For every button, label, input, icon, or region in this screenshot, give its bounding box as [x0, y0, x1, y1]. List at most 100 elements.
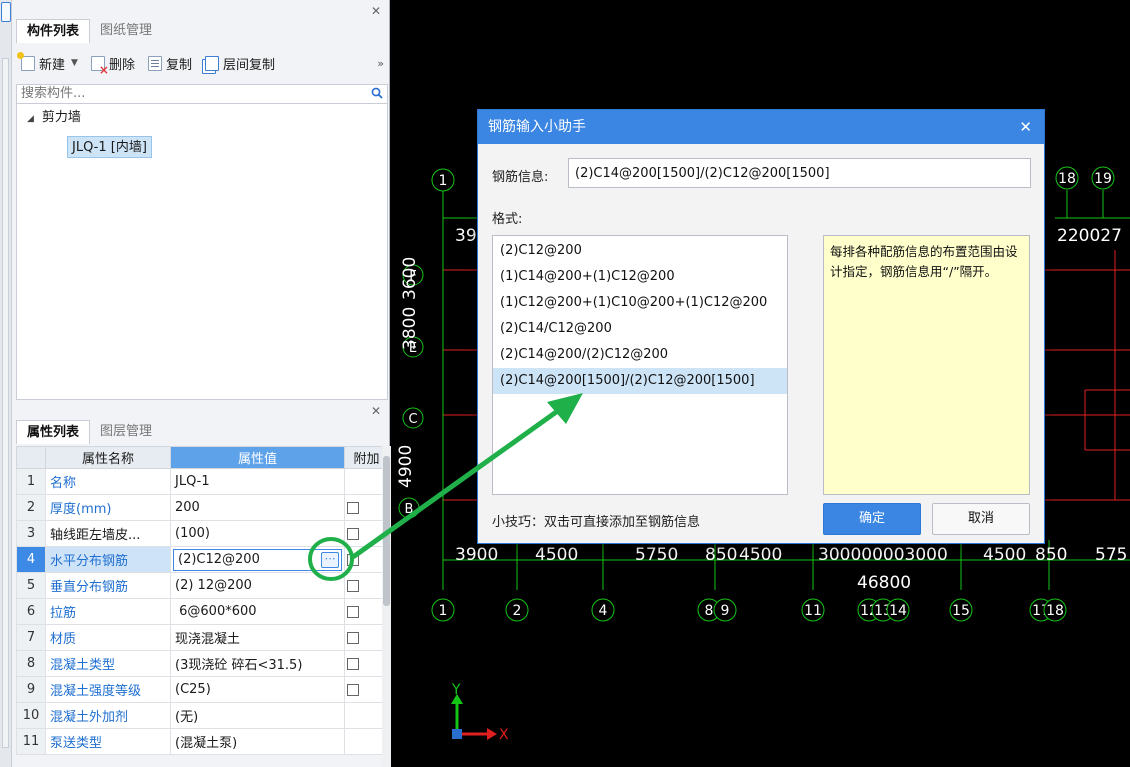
property-name: 拉筋 — [45, 598, 171, 625]
tab-component-list[interactable]: 构件列表 — [16, 19, 91, 43]
axis-label: 19 — [1094, 171, 1112, 187]
table-row[interactable]: 5 垂直分布钢筋 (2) 12@200 — [16, 572, 389, 599]
list-item[interactable]: (1)C12@200+(1)C10@200+(1)C12@200 — [493, 290, 787, 316]
toolbar-overflow-icon[interactable]: » — [377, 57, 388, 70]
side-toggle-button[interactable] — [1, 2, 11, 22]
property-name: 混凝土外加剂 — [45, 702, 171, 729]
list-item[interactable]: (2)C14/C12@200 — [493, 316, 787, 342]
axis-label: 18 — [1058, 171, 1076, 187]
dimension-text: 300000003000 — [818, 545, 948, 565]
floor-copy-button[interactable]: 层间复制 — [200, 51, 280, 75]
side-strip-bar — [2, 58, 9, 748]
copy-button-label: 复制 — [165, 57, 192, 73]
hint-text: 小技巧：双击可直接添加至钢筋信息 — [492, 515, 701, 530]
list-item-selected[interactable]: (2)C14@200[1500]/(2)C12@200[1500] — [493, 368, 787, 394]
ok-button[interactable]: 确定 — [823, 503, 921, 535]
left-side-strip — [0, 0, 12, 767]
rebar-info-input[interactable] — [568, 158, 1031, 188]
property-value[interactable]: 现浇混凝土 — [170, 624, 345, 651]
extra-checkbox[interactable] — [347, 605, 359, 618]
extra-checkbox[interactable] — [347, 501, 359, 514]
tree-collapse-icon[interactable]: ◢ — [27, 114, 34, 124]
extra-checkbox[interactable] — [347, 527, 359, 540]
row-index: 6 — [16, 598, 46, 625]
list-item[interactable]: (2)C12@200 — [493, 238, 787, 264]
row-index: 5 — [16, 572, 46, 599]
dimension-text: 4500 — [535, 545, 578, 565]
new-button[interactable]: 新建 ▼ — [16, 51, 83, 75]
header-property-value: 属性值 — [170, 446, 345, 469]
property-scrollbar[interactable] — [382, 446, 391, 767]
extra-checkbox[interactable] — [347, 631, 359, 644]
property-value[interactable]: (3现浇砼 碎石<31.5) — [170, 650, 345, 677]
property-value[interactable]: JLQ-1 — [170, 468, 345, 495]
new-document-icon — [17, 51, 35, 71]
table-row[interactable]: 7 材质 现浇混凝土 — [16, 624, 389, 651]
component-search-input[interactable]: 搜索构件... — [16, 84, 388, 104]
extra-checkbox[interactable] — [347, 579, 359, 592]
axis-label: 9 — [721, 603, 730, 619]
delete-button[interactable]: 删除 — [86, 51, 140, 76]
dimension-text: 46800 — [857, 573, 911, 593]
property-value[interactable]: (C25) — [170, 676, 345, 703]
tree-node-shear-wall[interactable]: ◢ 剪力墙 — [27, 108, 81, 129]
property-pane-close-icon[interactable]: ✕ — [371, 405, 381, 417]
extra-checkbox[interactable] — [347, 683, 359, 696]
axis-label: C — [408, 412, 417, 427]
close-icon[interactable]: ✕ — [1019, 110, 1032, 144]
horizontal-rebar-input[interactable]: (2)C12@200 ⋯ — [173, 548, 342, 571]
property-value-cell[interactable]: (2)C12@200 ⋯ — [170, 546, 345, 573]
table-row[interactable]: 1 名称 JLQ-1 — [16, 468, 389, 495]
extra-checkbox[interactable] — [347, 657, 359, 670]
table-row[interactable]: 8 混凝土类型 (3现浇砼 碎石<31.5) — [16, 650, 389, 677]
extra-checkbox[interactable] — [347, 553, 359, 566]
list-item[interactable]: (1)C14@200+(1)C12@200 — [493, 264, 787, 290]
delete-button-label: 删除 — [108, 57, 135, 73]
search-icon[interactable] — [371, 87, 383, 99]
tree-node-label: 剪力墙 — [41, 110, 81, 125]
rebar-info-label: 钢筋信息: — [492, 170, 549, 185]
dimension-text: 220027 — [1057, 226, 1122, 246]
table-row[interactable]: 9 混凝土强度等级 (C25) — [16, 676, 389, 703]
axis-label: 18 — [1046, 603, 1064, 619]
dimension-text: 39 — [455, 226, 477, 246]
table-row[interactable]: 6 拉筋 6@600*600 — [16, 598, 389, 625]
property-value[interactable]: 6@600*600 — [170, 598, 345, 625]
format-list: (2)C12@200 (1)C14@200+(1)C12@200 (1)C12@… — [492, 235, 788, 495]
dialog-titlebar[interactable]: 钢筋输入小助手 ✕ — [478, 110, 1044, 144]
component-tree: ◢ 剪力墙 JLQ-1 [内墙] — [16, 104, 388, 400]
copy-button[interactable]: 复制 — [143, 51, 197, 75]
tab-property-list[interactable]: 属性列表 — [16, 420, 91, 444]
table-row[interactable]: 11 泵送类型 (混凝土泵) — [16, 728, 389, 755]
copy-icon — [147, 55, 162, 71]
floor-copy-button-label: 层间复制 — [222, 57, 275, 73]
property-value[interactable]: (100) — [170, 520, 345, 547]
dimension-text: 850 — [1035, 545, 1067, 565]
tab-drawing-management[interactable]: 图纸管理 — [90, 19, 162, 43]
table-row[interactable]: 3 轴线距左墙皮... (100) — [16, 520, 389, 547]
property-value[interactable]: 200 — [170, 494, 345, 521]
scrollbar-thumb[interactable] — [383, 456, 390, 606]
property-value[interactable]: (无) — [170, 702, 345, 729]
property-value[interactable]: (2) 12@200 — [170, 572, 345, 599]
tree-item-jlq1[interactable]: JLQ-1 [内墙] — [67, 136, 152, 158]
dimension-text: 4500 — [983, 545, 1026, 565]
property-table-header: 属性名称 属性值 附加 — [16, 446, 389, 469]
axis-label: 14 — [889, 603, 907, 619]
dimension-text: 3800 — [400, 307, 420, 350]
table-row-selected[interactable]: 4 水平分布钢筋 (2)C12@200 ⋯ — [16, 546, 389, 573]
table-row[interactable]: 2 厚度(mm) 200 — [16, 494, 389, 521]
tab-layer-management[interactable]: 图层管理 — [90, 420, 162, 444]
table-row[interactable]: 10 混凝土外加剂 (无) — [16, 702, 389, 729]
property-value[interactable]: (混凝土泵) — [170, 728, 345, 755]
cancel-button[interactable]: 取消 — [932, 503, 1030, 535]
dimension-text: 850 — [705, 545, 737, 565]
list-item[interactable]: (2)C14@200/(2)C12@200 — [493, 342, 787, 368]
chevron-down-icon[interactable]: ▼ — [71, 58, 78, 68]
ellipsis-button[interactable]: ⋯ — [321, 551, 339, 568]
property-name: 水平分布钢筋 — [45, 546, 171, 573]
property-name: 混凝土类型 — [45, 650, 171, 677]
property-value: (2)C12@200 — [178, 552, 260, 567]
axis-label: 2 — [513, 603, 522, 619]
component-pane-close-icon[interactable]: ✕ — [371, 5, 381, 17]
